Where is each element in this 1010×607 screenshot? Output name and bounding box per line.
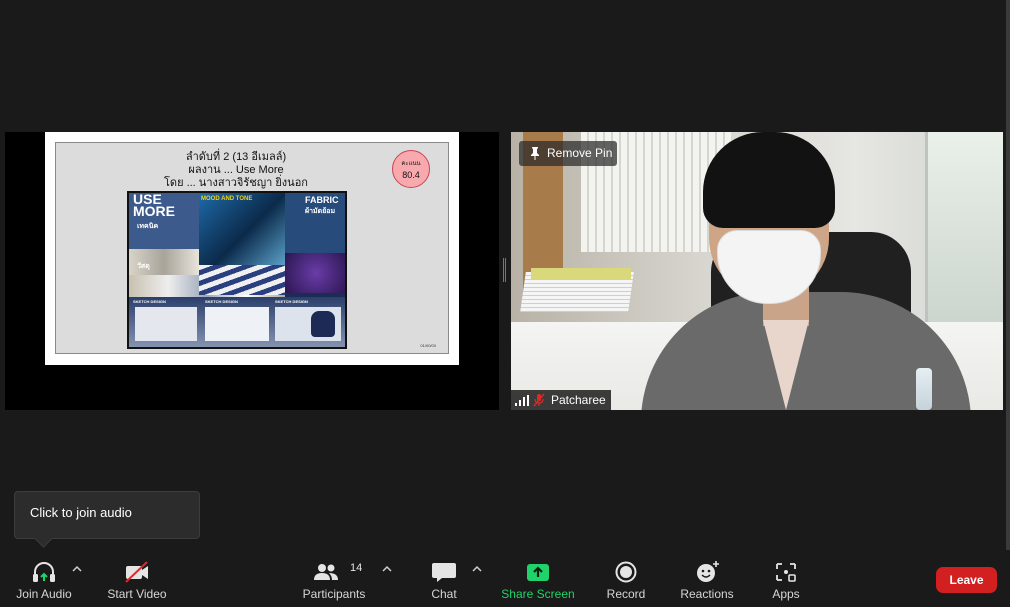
record-button[interactable]: Record [600, 550, 652, 607]
right-scroll-rail [1006, 0, 1010, 607]
shared-screen-tile[interactable]: ลำดับที่ 2 (13 อีเมลล์) ผลงาน ... Use Mo… [5, 132, 499, 410]
poster-mood-tone: MOOD AND TONE [201, 196, 253, 202]
video-off-icon [125, 561, 148, 583]
video-water-bottle [916, 368, 932, 410]
score-label: คะแนน [401, 161, 421, 167]
participant-video-tile[interactable] [511, 132, 1003, 410]
remove-pin-label: Remove Pin [547, 146, 613, 160]
participants-button[interactable]: 14 Participants [300, 550, 368, 607]
audio-options-caret-icon[interactable] [72, 565, 82, 573]
chat-options-caret-icon[interactable] [472, 565, 482, 573]
participants-options-caret-icon[interactable] [382, 565, 392, 573]
poster-sketch-label-2: SKETCH DESIGN [205, 299, 238, 304]
chat-label: Chat [431, 587, 457, 601]
start-video-label: Start Video [107, 587, 167, 601]
share-screen-button[interactable]: Share Screen [498, 550, 578, 607]
reactions-label: Reactions [680, 587, 734, 601]
shared-slide: ลำดับที่ 2 (13 อีเมลล์) ผลงาน ... Use Mo… [45, 132, 459, 365]
poster-sketch-label-1: SKETCH DESIGN [133, 299, 166, 304]
participants-count: 14 [350, 562, 363, 574]
participants-label: Participants [302, 587, 366, 601]
join-audio-label: Join Audio [16, 587, 72, 601]
poster-fabric-thai: ผ้ามัดย้อม [305, 208, 336, 215]
mic-muted-icon [533, 393, 545, 407]
poster-fabric: FABRIC [305, 195, 339, 205]
chat-bubble-icon [432, 563, 456, 582]
pin-icon [531, 147, 539, 160]
tooltip-text: Click to join audio [30, 505, 132, 520]
apps-label: Apps [772, 587, 800, 601]
remove-pin-button[interactable]: Remove Pin [519, 141, 617, 166]
participant-name: Patcharee [551, 393, 606, 407]
slide-title-line-3: โดย ... นางสาวจิรัชญา ยิ่งนอก [164, 177, 308, 189]
record-label: Record [606, 587, 646, 601]
chat-button[interactable]: Chat [420, 550, 468, 607]
reactions-button[interactable]: Reactions [676, 550, 738, 607]
poster-heading-more: MORE [133, 203, 175, 219]
video-paper-top [531, 268, 631, 280]
score-value: 80.4 [402, 170, 420, 180]
meeting-toolbar: Join Audio Start Video 14 Participants C… [0, 550, 1010, 607]
slide-title-line-1: ลำดับที่ 2 (13 อีเมลล์) [185, 151, 287, 163]
video-window [925, 132, 1003, 342]
share-screen-label: Share Screen [501, 587, 575, 601]
slide-page-number: 01/00/00 [420, 343, 436, 348]
people-icon [314, 564, 338, 580]
tile-splitter-handle[interactable] [503, 258, 506, 282]
design-poster: USE MORE MOOD AND TONE FABRIC ผ้ามัดย้อม… [127, 191, 347, 349]
leave-button[interactable]: Leave [936, 567, 997, 593]
start-video-button[interactable]: Start Video [102, 550, 172, 607]
slide-title-line-2: ผลงาน ... Use More [188, 164, 284, 176]
slide-frame: ลำดับที่ 2 (13 อีเมลล์) ผลงาน ... Use Mo… [55, 142, 449, 354]
signal-strength-icon [515, 395, 529, 406]
smiley-plus-icon [697, 561, 719, 582]
share-arrow-icon [527, 564, 549, 581]
join-audio-button[interactable]: Join Audio [10, 550, 78, 607]
apps-grid-icon [776, 563, 796, 582]
slide-title: ลำดับที่ 2 (13 อีเมลล์) ผลงาน ... Use Mo… [56, 151, 416, 190]
poster-technique: เทคนิค [137, 223, 159, 230]
poster-material: วัสดุ [137, 263, 150, 270]
join-audio-tooltip: Click to join audio [14, 491, 200, 539]
record-circle-icon [615, 561, 637, 583]
poster-sketch-label-3: SKETCH DESIGN [275, 299, 308, 304]
apps-button[interactable]: Apps [762, 550, 810, 607]
headphones-icon [33, 562, 55, 582]
participant-name-badge: Patcharee [511, 390, 611, 410]
score-badge: คะแนน 80.4 [392, 150, 430, 188]
